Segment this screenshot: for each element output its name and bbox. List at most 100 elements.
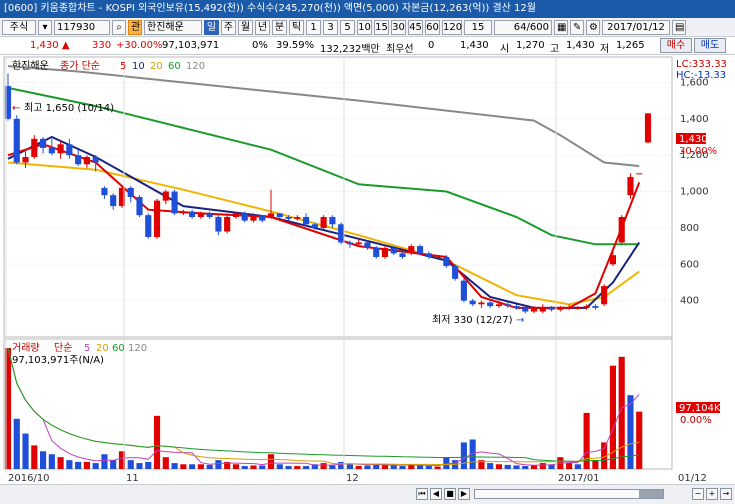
chart-toolbar: 주식 ▾ 117930 ⌕ 관 한진해운 일 주 월 년 분 틱 1 3 5 1…	[0, 18, 735, 37]
candle-body	[364, 242, 371, 248]
period-day[interactable]: 일	[204, 19, 219, 35]
gear-icon[interactable]: ⚙	[586, 19, 600, 35]
chart-area[interactable]: 1,6001,4001,2001,000800600400 200,000K15…	[0, 55, 735, 484]
vlegend-ma120: 120	[128, 343, 147, 354]
volume-bar	[416, 465, 424, 469]
candle-body	[452, 266, 459, 279]
pin-icon[interactable]: ✎	[570, 19, 584, 35]
zoom-out-icon[interactable]: −	[692, 488, 704, 500]
candle-body	[618, 217, 625, 243]
volume-bar	[48, 454, 55, 469]
date-input[interactable]: 2017/01/12	[602, 19, 670, 35]
candle-body	[513, 306, 520, 308]
volume-panel-frame	[3, 338, 673, 470]
candle-body	[557, 307, 564, 310]
period-tick[interactable]: 틱	[289, 19, 304, 35]
minute-3[interactable]: 3	[323, 19, 338, 35]
date-label: 2016/10	[8, 473, 50, 484]
current-price-pct: 30.00%	[679, 146, 717, 157]
candle-body	[311, 224, 318, 228]
candle-body	[303, 217, 310, 225]
candle-body	[22, 157, 29, 163]
candle-body	[495, 304, 503, 307]
zoom-in-icon[interactable]: +	[706, 488, 718, 500]
minute-45[interactable]: 45	[408, 19, 423, 35]
volume-bar	[574, 464, 581, 469]
current-volume-tag-text: 97,104K	[679, 403, 721, 414]
price-tick-label: 1,400	[680, 114, 709, 125]
period-minute[interactable]: 분	[272, 19, 287, 35]
scroll-next-icon[interactable]: ▶	[458, 488, 470, 500]
magnifier-icon[interactable]: ⌕	[112, 19, 126, 35]
candle-body	[13, 118, 20, 163]
search-icon[interactable]: ▾	[38, 19, 52, 35]
volume-bar	[566, 463, 573, 469]
price-axis-ticks: 1,6001,4001,2001,000800600400	[680, 77, 709, 306]
period-year[interactable]: 년	[255, 19, 270, 35]
low-label: 저	[600, 44, 610, 55]
volume-bar	[232, 464, 240, 469]
period-month[interactable]: 월	[238, 19, 253, 35]
scroll-track[interactable]	[474, 489, 664, 499]
stock-name: 한진해운	[144, 19, 202, 35]
volume-bar	[189, 464, 196, 469]
volume-bar	[241, 466, 248, 469]
stock-badge: 관	[128, 19, 142, 35]
date-label: 12	[346, 473, 359, 484]
count-value: 64	[513, 21, 527, 33]
stock-code-input[interactable]: 117930	[54, 19, 110, 35]
arrow-right-icon[interactable]: →	[720, 488, 732, 500]
candle-body	[609, 255, 616, 265]
price-tick-label: 400	[680, 296, 699, 307]
buy-button[interactable]: 매수	[660, 38, 692, 53]
candle-body	[381, 247, 389, 257]
volume-bar	[136, 463, 143, 469]
volume-bar	[180, 464, 187, 469]
minute-120[interactable]: 120	[442, 19, 462, 35]
minute-60[interactable]: 60	[425, 19, 440, 35]
minute-30[interactable]: 30	[391, 19, 406, 35]
volume-bar	[320, 463, 327, 469]
volume-bar	[294, 466, 301, 469]
candle-body	[276, 213, 283, 217]
minute-15[interactable]: 15	[374, 19, 389, 35]
volume-bar	[259, 465, 266, 469]
volume-bar	[153, 415, 161, 469]
candle-body	[408, 246, 415, 254]
candle-body	[487, 302, 494, 307]
minute-10[interactable]: 10	[357, 19, 372, 35]
candle-body	[136, 197, 143, 216]
grid-icon[interactable]: ▦	[554, 19, 568, 35]
volume-bar	[539, 463, 546, 469]
candle-body	[443, 257, 450, 267]
open-label: 시	[500, 44, 510, 55]
candle-body	[232, 213, 240, 217]
sell-button[interactable]: 매도	[694, 38, 726, 53]
scroll-prev-icon[interactable]: ◀	[430, 488, 442, 500]
legend-ma60: 60	[168, 61, 181, 72]
period-week[interactable]: 주	[221, 19, 236, 35]
count-input[interactable]: 64/600	[494, 19, 552, 35]
candle-body	[171, 191, 178, 214]
candle-body	[522, 307, 529, 312]
trade-volume: 97,103,971	[162, 40, 220, 51]
volume-bar	[276, 464, 283, 469]
current-price-tag-text: 1,430	[679, 134, 708, 145]
volume-bar	[636, 411, 643, 469]
scroll-start-icon[interactable]: ⏮	[416, 488, 428, 500]
count-total: /600	[526, 21, 549, 33]
volume-bar	[13, 418, 20, 469]
market-select[interactable]: 주식	[2, 19, 36, 35]
minute-1[interactable]: 1	[306, 19, 321, 35]
scroll-thumb[interactable]	[639, 490, 663, 498]
volume-legend-ma-label: 단순	[54, 342, 72, 354]
volume-bar	[495, 464, 503, 469]
interval-combo[interactable]: 15	[464, 19, 492, 35]
legend-ma10: 10	[132, 61, 145, 72]
low-annotation: 최저 330 (12/27)	[432, 314, 513, 326]
calendar-icon[interactable]: ▤	[672, 19, 686, 35]
minute-5[interactable]: 5	[340, 19, 355, 35]
volume-bar	[57, 457, 64, 469]
candle-body	[259, 215, 266, 221]
stop-icon[interactable]: ■	[444, 488, 456, 500]
